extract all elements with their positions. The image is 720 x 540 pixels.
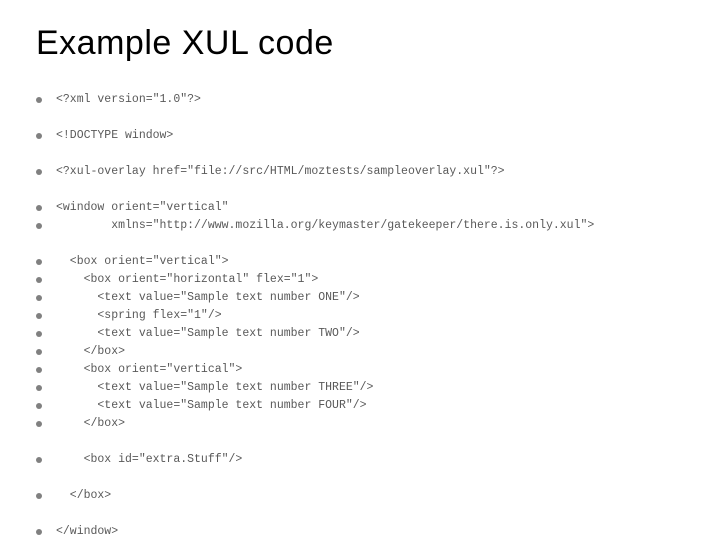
code-text: </box> xyxy=(56,415,125,433)
blank-line xyxy=(36,469,684,487)
code-text: <?xml version="1.0"?> xyxy=(56,91,201,109)
bullet-icon xyxy=(36,169,42,175)
bullet-icon xyxy=(36,313,42,319)
bullet-icon xyxy=(36,367,42,373)
bullet-icon xyxy=(36,493,42,499)
code-line: <!DOCTYPE window> xyxy=(36,127,684,145)
bullet-icon xyxy=(36,403,42,409)
code-line: </box> xyxy=(36,343,684,361)
bullet-icon xyxy=(36,421,42,427)
code-block: <?xml version="1.0"?> <!DOCTYPE window> <?… xyxy=(36,91,684,540)
code-text: <box orient="vertical"> xyxy=(56,361,242,379)
code-line: </box> xyxy=(36,487,684,505)
code-line: <window orient="vertical" xyxy=(36,199,684,217)
code-text: <text value="Sample text number TWO"/> xyxy=(56,325,360,343)
code-text: <box orient="horizontal" flex="1"> xyxy=(56,271,318,289)
bullet-icon xyxy=(36,97,42,103)
blank-line xyxy=(36,181,684,199)
code-text: <!DOCTYPE window> xyxy=(56,127,173,145)
blank-line xyxy=(36,433,684,451)
code-text: <spring flex="1"/> xyxy=(56,307,222,325)
code-text: <?xul-overlay href="file://src/HTML/mozt… xyxy=(56,163,505,181)
page-title: Example XUL code xyxy=(36,24,684,63)
code-line: <box id="extra.Stuff"/> xyxy=(36,451,684,469)
code-line: <?xul-overlay href="file://src/HTML/mozt… xyxy=(36,163,684,181)
bullet-icon xyxy=(36,457,42,463)
bullet-icon xyxy=(36,331,42,337)
code-line: <text value="Sample text number FOUR"/> xyxy=(36,397,684,415)
bullet-icon xyxy=(36,277,42,283)
bullet-icon xyxy=(36,349,42,355)
code-text: <box id="extra.Stuff"/> xyxy=(56,451,242,469)
code-line: <spring flex="1"/> xyxy=(36,307,684,325)
bullet-icon xyxy=(36,295,42,301)
blank-line xyxy=(36,505,684,523)
blank-line xyxy=(36,109,684,127)
code-text: </window> xyxy=(56,523,118,540)
slide: Example XUL code <?xml version="1.0"?> <!… xyxy=(0,0,720,540)
bullet-icon xyxy=(36,529,42,535)
code-line: <box orient="horizontal" flex="1"> xyxy=(36,271,684,289)
code-line: </box> xyxy=(36,415,684,433)
bullet-icon xyxy=(36,205,42,211)
code-line: <text value="Sample text number THREE"/> xyxy=(36,379,684,397)
code-text: xmlns="http://www.mozilla.org/keymaster/… xyxy=(56,217,594,235)
code-text: <window orient="vertical" xyxy=(56,199,229,217)
code-line: xmlns="http://www.mozilla.org/keymaster/… xyxy=(36,217,684,235)
code-text: <text value="Sample text number THREE"/> xyxy=(56,379,373,397)
code-line: <box orient="vertical"> xyxy=(36,253,684,271)
bullet-icon xyxy=(36,385,42,391)
code-text: <text value="Sample text number FOUR"/> xyxy=(56,397,367,415)
code-line: </window> xyxy=(36,523,684,540)
code-text: </box> xyxy=(56,343,125,361)
bullet-icon xyxy=(36,259,42,265)
code-text: </box> xyxy=(56,487,111,505)
code-line: <text value="Sample text number ONE"/> xyxy=(36,289,684,307)
code-line: <text value="Sample text number TWO"/> xyxy=(36,325,684,343)
code-line: <box orient="vertical"> xyxy=(36,361,684,379)
code-text: <text value="Sample text number ONE"/> xyxy=(56,289,360,307)
bullet-icon xyxy=(36,223,42,229)
code-text: <box orient="vertical"> xyxy=(56,253,229,271)
bullet-icon xyxy=(36,133,42,139)
blank-line xyxy=(36,235,684,253)
blank-line xyxy=(36,145,684,163)
code-line: <?xml version="1.0"?> xyxy=(36,91,684,109)
